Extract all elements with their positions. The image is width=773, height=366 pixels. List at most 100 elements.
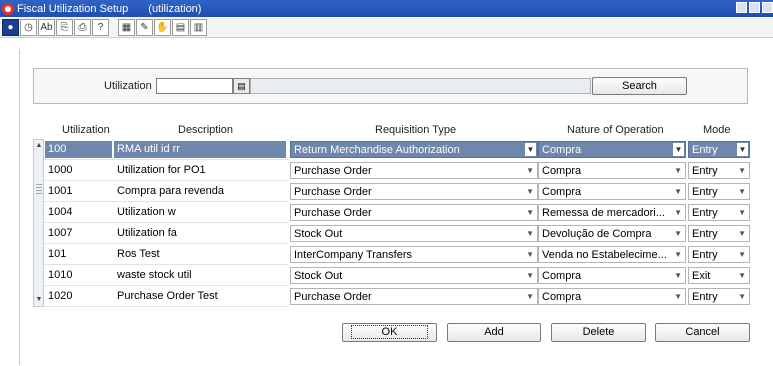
print-icon[interactable]: ⎙ bbox=[74, 18, 91, 36]
chevron-down-icon[interactable]: ▼ bbox=[526, 205, 534, 220]
chevron-down-icon[interactable]: ▼ bbox=[526, 247, 534, 262]
hand-icon[interactable]: ✋ bbox=[154, 18, 171, 36]
description-cell[interactable]: Purchase Order Test bbox=[114, 288, 286, 305]
chevron-down-icon[interactable]: ▼ bbox=[738, 205, 746, 220]
chevron-down-icon[interactable]: ▼ bbox=[526, 268, 534, 283]
chevron-down-icon[interactable]: ▼ bbox=[674, 247, 682, 262]
mode-select[interactable]: Entry ▼ bbox=[688, 288, 750, 305]
table-row[interactable]: 101 Ros Test InterCompany Transfers ▼ Venda … bbox=[45, 244, 750, 265]
mode-select[interactable]: Entry ▼ bbox=[688, 183, 750, 200]
add-button[interactable]: Add bbox=[447, 323, 541, 342]
requisition-type-select[interactable]: InterCompany Transfers ▼ bbox=[290, 246, 538, 263]
mode-select[interactable]: Entry ▼ bbox=[688, 162, 750, 179]
description-cell[interactable]: waste stock util bbox=[114, 267, 286, 284]
utilization-cell[interactable]: 1004 bbox=[45, 204, 112, 221]
utilization-cell[interactable]: 1007 bbox=[45, 225, 112, 242]
minimize-button[interactable] bbox=[736, 2, 747, 13]
requisition-type-select[interactable]: Return Merchandise Authorization ▼ bbox=[290, 141, 538, 158]
chevron-down-icon[interactable]: ▼ bbox=[674, 268, 682, 283]
mode-value: Entry bbox=[692, 186, 718, 198]
nature-of-operation-select[interactable]: Compra ▼ bbox=[538, 141, 686, 158]
chart-icon[interactable]: ▤ bbox=[172, 18, 189, 36]
chevron-down-icon[interactable]: ▼ bbox=[738, 184, 746, 199]
nature-of-operation-select[interactable]: Compra ▼ bbox=[538, 288, 686, 305]
chevron-down-icon[interactable]: ▼ bbox=[738, 268, 746, 283]
chevron-down-icon[interactable]: ▼ bbox=[526, 226, 534, 241]
list-of-values-icon[interactable]: ▤ bbox=[233, 78, 250, 94]
ok-button[interactable]: OK bbox=[342, 323, 437, 342]
chevron-down-icon[interactable]: ▼ bbox=[673, 143, 684, 156]
exit-icon[interactable]: ● bbox=[2, 18, 19, 36]
utilization-cell[interactable]: 1020 bbox=[45, 288, 112, 305]
edit-icon[interactable]: ✎ bbox=[136, 18, 153, 36]
close-button[interactable] bbox=[762, 2, 773, 13]
utilization-cell[interactable]: 100 bbox=[45, 141, 112, 158]
utilization-input[interactable] bbox=[156, 78, 233, 94]
chevron-down-icon[interactable]: ▼ bbox=[737, 143, 748, 156]
table-row[interactable]: 1020 Purchase Order Test Purchase Order ▼ Co… bbox=[45, 286, 750, 307]
chevron-down-icon[interactable]: ▼ bbox=[525, 143, 536, 156]
nature-of-operation-select[interactable]: Remessa de mercadori... ▼ bbox=[538, 204, 686, 221]
requisition-type-select[interactable]: Purchase Order ▼ bbox=[290, 162, 538, 179]
clock-icon[interactable]: ◷ bbox=[20, 18, 37, 36]
chevron-down-icon[interactable]: ▼ bbox=[738, 163, 746, 178]
mode-select[interactable]: Entry ▼ bbox=[688, 141, 750, 158]
chevron-down-icon[interactable]: ▼ bbox=[674, 226, 682, 241]
description-cell[interactable]: Compra para revenda bbox=[114, 183, 286, 200]
table-row[interactable]: 1001 Compra para revenda Purchase Order ▼ Co… bbox=[45, 181, 750, 202]
description-cell[interactable]: Ros Test bbox=[114, 246, 286, 263]
description-cell[interactable]: Utilization w bbox=[114, 204, 286, 221]
toolbar: ● ◷ Ab ⎘ ⎙? ▦ ✎ ✋ ▤ ▥ bbox=[0, 17, 773, 38]
description-cell[interactable]: RMA util id rr bbox=[114, 141, 286, 158]
restore-button[interactable] bbox=[749, 2, 760, 13]
description-cell[interactable]: Utilization for PO1 bbox=[114, 162, 286, 179]
chevron-down-icon[interactable]: ▼ bbox=[674, 163, 682, 178]
scroll-grip[interactable] bbox=[36, 184, 42, 196]
utilization-cell[interactable]: 1000 bbox=[45, 162, 112, 179]
table-row[interactable]: 100 RMA util id rr Return Merchandise Auth… bbox=[45, 139, 750, 160]
delete-button[interactable]: Delete bbox=[551, 323, 646, 342]
table-row[interactable]: 1007 Utilization fa Stock Out ▼ Devolução de… bbox=[45, 223, 750, 244]
table-row[interactable]: 1010 waste stock util Stock Out ▼ Compra ▼ Exi… bbox=[45, 265, 750, 286]
chevron-down-icon[interactable]: ▼ bbox=[738, 289, 746, 304]
chevron-down-icon[interactable]: ▼ bbox=[526, 184, 534, 199]
mode-select[interactable]: Entry ▼ bbox=[688, 225, 750, 242]
chevron-down-icon[interactable]: ▼ bbox=[674, 205, 682, 220]
nature-of-operation-select[interactable]: Devolução de Compra ▼ bbox=[538, 225, 686, 242]
chevron-down-icon[interactable]: ▼ bbox=[674, 289, 682, 304]
mode-select[interactable]: Entry ▼ bbox=[688, 246, 750, 263]
chevron-down-icon[interactable]: ▼ bbox=[674, 184, 682, 199]
utilization-cell[interactable]: 1010 bbox=[45, 267, 112, 284]
utilization-cell[interactable]: 101 bbox=[45, 246, 112, 263]
requisition-type-select[interactable]: Purchase Order ▼ bbox=[290, 204, 538, 221]
nature-of-operation-select[interactable]: Compra ▼ bbox=[538, 183, 686, 200]
spell-check-icon[interactable]: Ab bbox=[38, 18, 55, 36]
chevron-down-icon[interactable]: ▼ bbox=[526, 289, 534, 304]
help-icon[interactable]: ? bbox=[92, 18, 109, 36]
requisition-type-select[interactable]: Purchase Order ▼ bbox=[290, 288, 538, 305]
report-icon[interactable]: ▥ bbox=[190, 18, 207, 36]
requisition-type-select[interactable]: Stock Out ▼ bbox=[290, 267, 538, 284]
mode-select[interactable]: Exit ▼ bbox=[688, 267, 750, 284]
chevron-down-icon[interactable]: ▼ bbox=[526, 163, 534, 178]
chevron-down-icon[interactable]: ▼ bbox=[738, 226, 746, 241]
scroll-up-icon[interactable]: ▲ bbox=[35, 142, 43, 150]
scroll-down-icon[interactable]: ▼ bbox=[35, 296, 43, 304]
table-row[interactable]: 1004 Utilization w Purchase Order ▼ Remessa … bbox=[45, 202, 750, 223]
nature-of-operation-select[interactable]: Compra ▼ bbox=[538, 162, 686, 179]
table-row[interactable]: 1000 Utilization for PO1 Purchase Order ▼ Co… bbox=[45, 160, 750, 181]
chevron-down-icon[interactable]: ▼ bbox=[738, 247, 746, 262]
description-cell[interactable]: Utilization fa bbox=[114, 225, 286, 242]
requisition-type-select[interactable]: Stock Out ▼ bbox=[290, 225, 538, 242]
search-button[interactable]: Search bbox=[592, 77, 687, 95]
grid-icon[interactable]: ▦ bbox=[118, 18, 135, 36]
nature-of-operation-select[interactable]: Venda no Estabelecime... ▼ bbox=[538, 246, 686, 263]
cancel-button[interactable]: Cancel bbox=[655, 323, 750, 342]
mode-select[interactable]: Entry ▼ bbox=[688, 204, 750, 221]
mode-value: Entry bbox=[692, 249, 718, 261]
requisition-type-select[interactable]: Purchase Order ▼ bbox=[290, 183, 538, 200]
utilization-cell[interactable]: 1001 bbox=[45, 183, 112, 200]
vertical-scrollbar[interactable]: ▲ ▼ bbox=[33, 139, 44, 307]
nature-of-operation-select[interactable]: Compra ▼ bbox=[538, 267, 686, 284]
copy-icon[interactable]: ⎘ bbox=[56, 18, 73, 36]
